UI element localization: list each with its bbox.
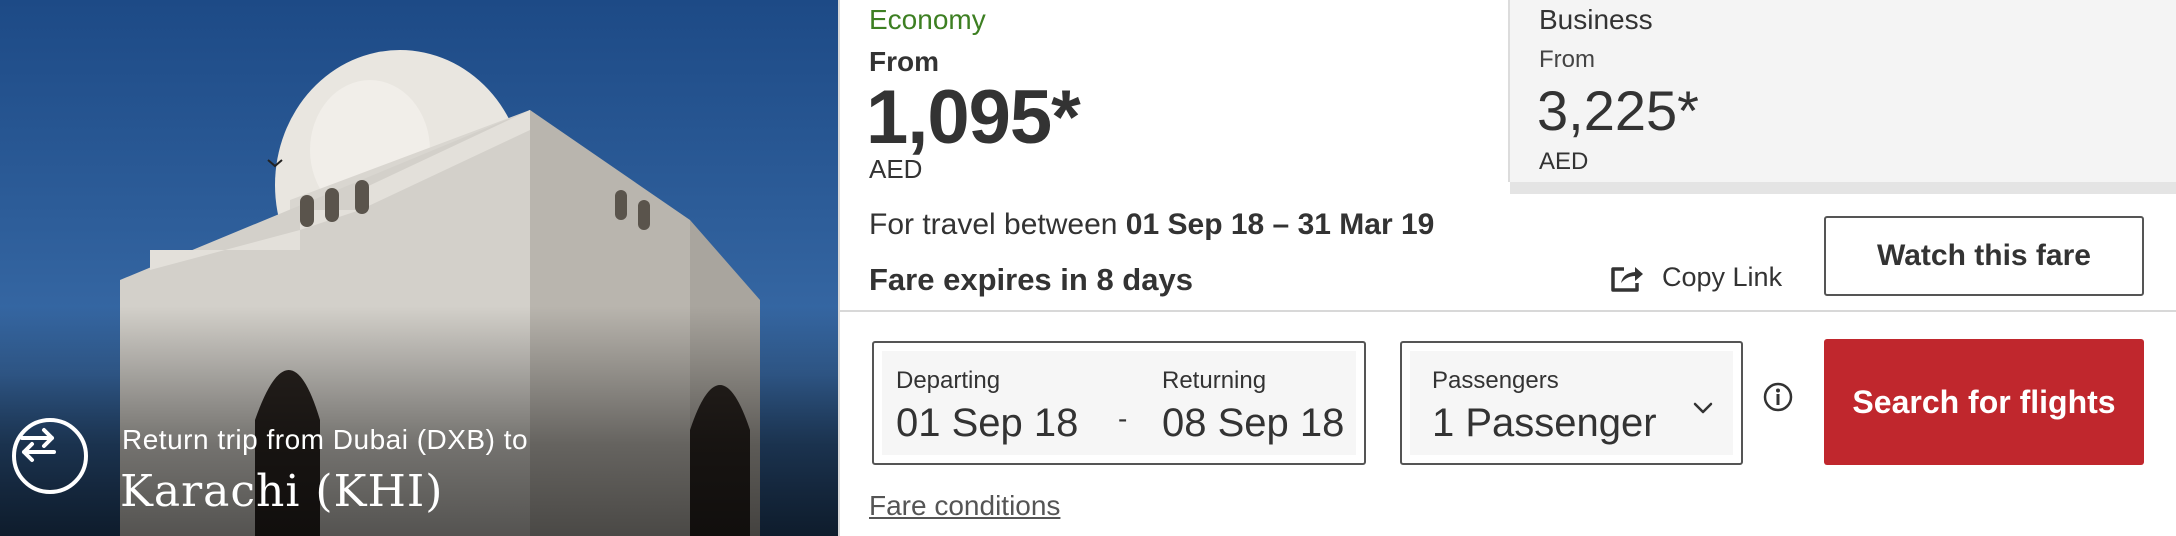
date-separator: - <box>1118 403 1128 434</box>
trip-origin-text: Return trip from Dubai (DXB) to <box>122 424 529 455</box>
returning-label: Returning <box>1162 367 1267 394</box>
departing-date[interactable]: 01 Sep 18 <box>896 401 1078 446</box>
business-class-label: Business <box>1539 4 1653 35</box>
travel-period-prefix: For travel between <box>869 208 1118 241</box>
business-currency: AED <box>1539 148 1589 175</box>
passengers-label: Passengers <box>1432 367 1559 394</box>
business-card-shadow <box>1510 182 2176 194</box>
travel-period: For travel between 01 Sep 18 – 31 Mar 19 <box>869 208 1434 242</box>
fare-conditions-link[interactable]: Fare conditions <box>869 490 1060 522</box>
section-divider <box>840 310 2176 312</box>
hero-divider <box>838 0 840 536</box>
return-trip-icon <box>12 418 88 494</box>
share-icon <box>1611 266 1643 292</box>
passengers-value: 1 Passenger <box>1432 401 1657 445</box>
watch-fare-button[interactable]: Watch this fare <box>1824 216 2144 296</box>
economy-currency: AED <box>869 154 923 184</box>
business-from-label: From <box>1539 46 1595 73</box>
search-flights-button[interactable]: Search for flights <box>1824 339 2144 465</box>
info-icon[interactable] <box>1763 382 1793 412</box>
travel-period-range: 01 Sep 18 – 31 Mar 19 <box>1125 208 1435 241</box>
business-price: 3,225* <box>1537 79 1699 142</box>
passengers-select[interactable]: Passengers 1 Passenger <box>1400 341 1743 465</box>
chevron-down-icon <box>1693 402 1713 414</box>
economy-price: 1,095* <box>866 75 1081 160</box>
returning-date[interactable]: 08 Sep 18 <box>1162 401 1344 446</box>
copy-link-button[interactable]: Copy Link <box>1610 262 1782 293</box>
economy-class-label: Economy <box>869 4 986 35</box>
fare-expiry: Fare expires in 8 days <box>869 262 1193 297</box>
travel-dates-field[interactable]: Departing 01 Sep 18 - Returning 08 Sep 1… <box>872 341 1366 465</box>
copy-link-label: Copy Link <box>1662 262 1783 292</box>
trip-destination: Karachi (KHI) <box>120 466 444 517</box>
departing-label: Departing <box>896 367 1001 394</box>
destination-hero-image: Return trip from Dubai (DXB) to Karachi … <box>0 0 838 536</box>
